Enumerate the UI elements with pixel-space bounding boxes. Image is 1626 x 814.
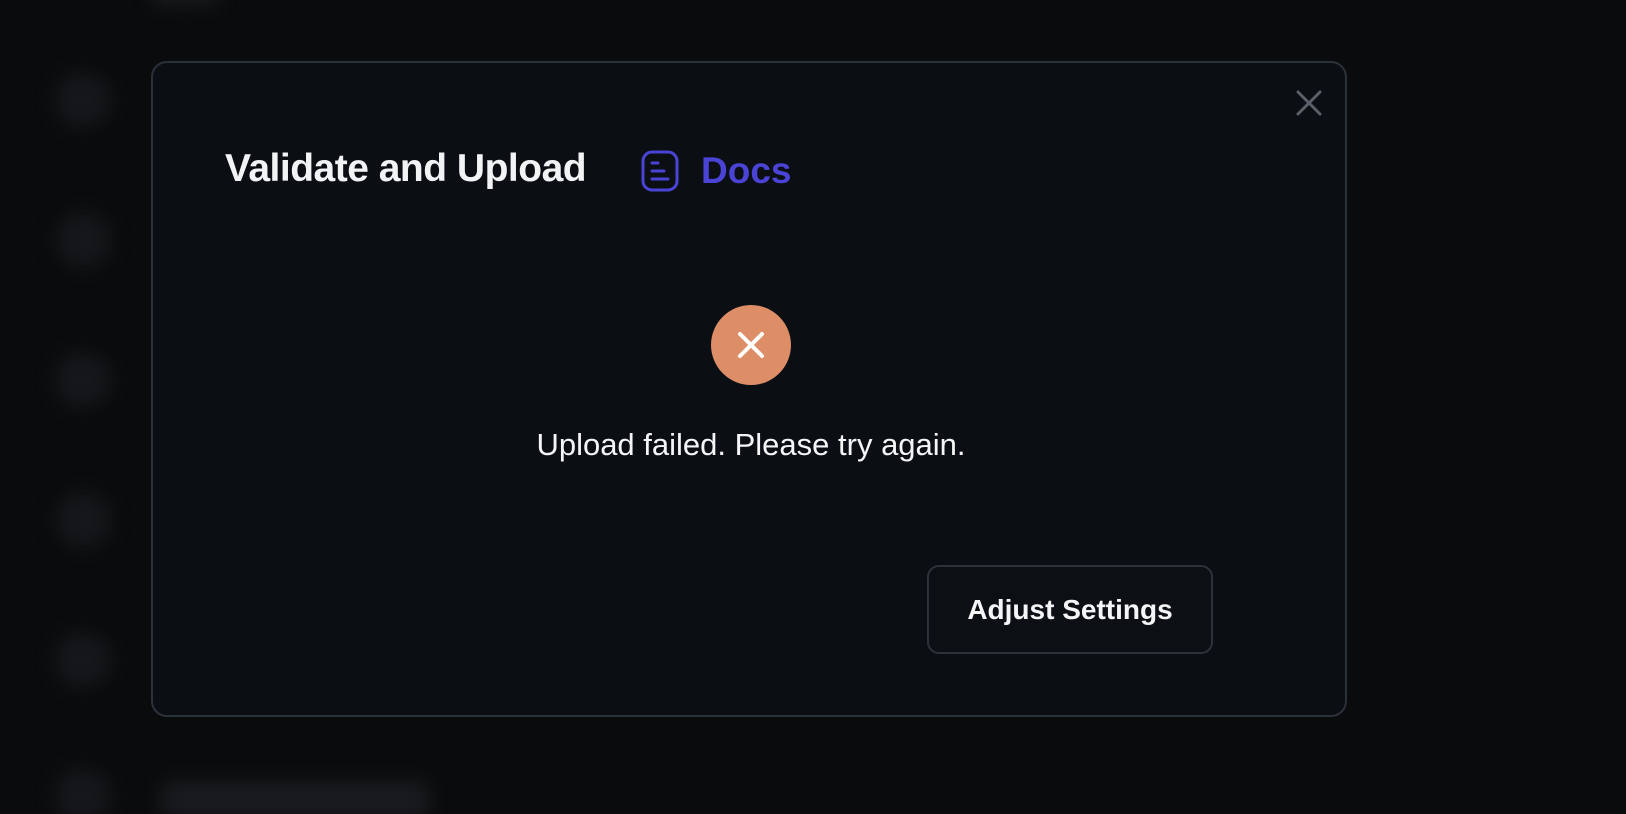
document-icon (641, 150, 679, 192)
dialog-title: Validate and Upload (225, 147, 587, 190)
adjust-settings-button[interactable]: Adjust Settings (927, 565, 1213, 654)
background-icon-placeholder (55, 72, 111, 128)
close-icon (1296, 90, 1322, 116)
background-icon-placeholder (55, 352, 111, 408)
docs-link[interactable]: Docs (641, 150, 791, 192)
error-status-badge (711, 305, 791, 385)
background-bar-placeholder (160, 780, 430, 814)
background-icon-placeholder (55, 492, 111, 548)
error-x-icon (738, 332, 764, 358)
background-icon-placeholder (55, 632, 111, 688)
background-icon-placeholder (55, 768, 111, 814)
background-bar-placeholder (150, 0, 220, 6)
close-button[interactable] (1291, 85, 1327, 121)
error-message: Upload failed. Please try again. (536, 427, 966, 462)
docs-link-label: Docs (701, 150, 792, 191)
background-icon-placeholder (55, 212, 111, 268)
upload-dialog: Validate and Upload Docs Upload failed. … (151, 61, 1347, 717)
